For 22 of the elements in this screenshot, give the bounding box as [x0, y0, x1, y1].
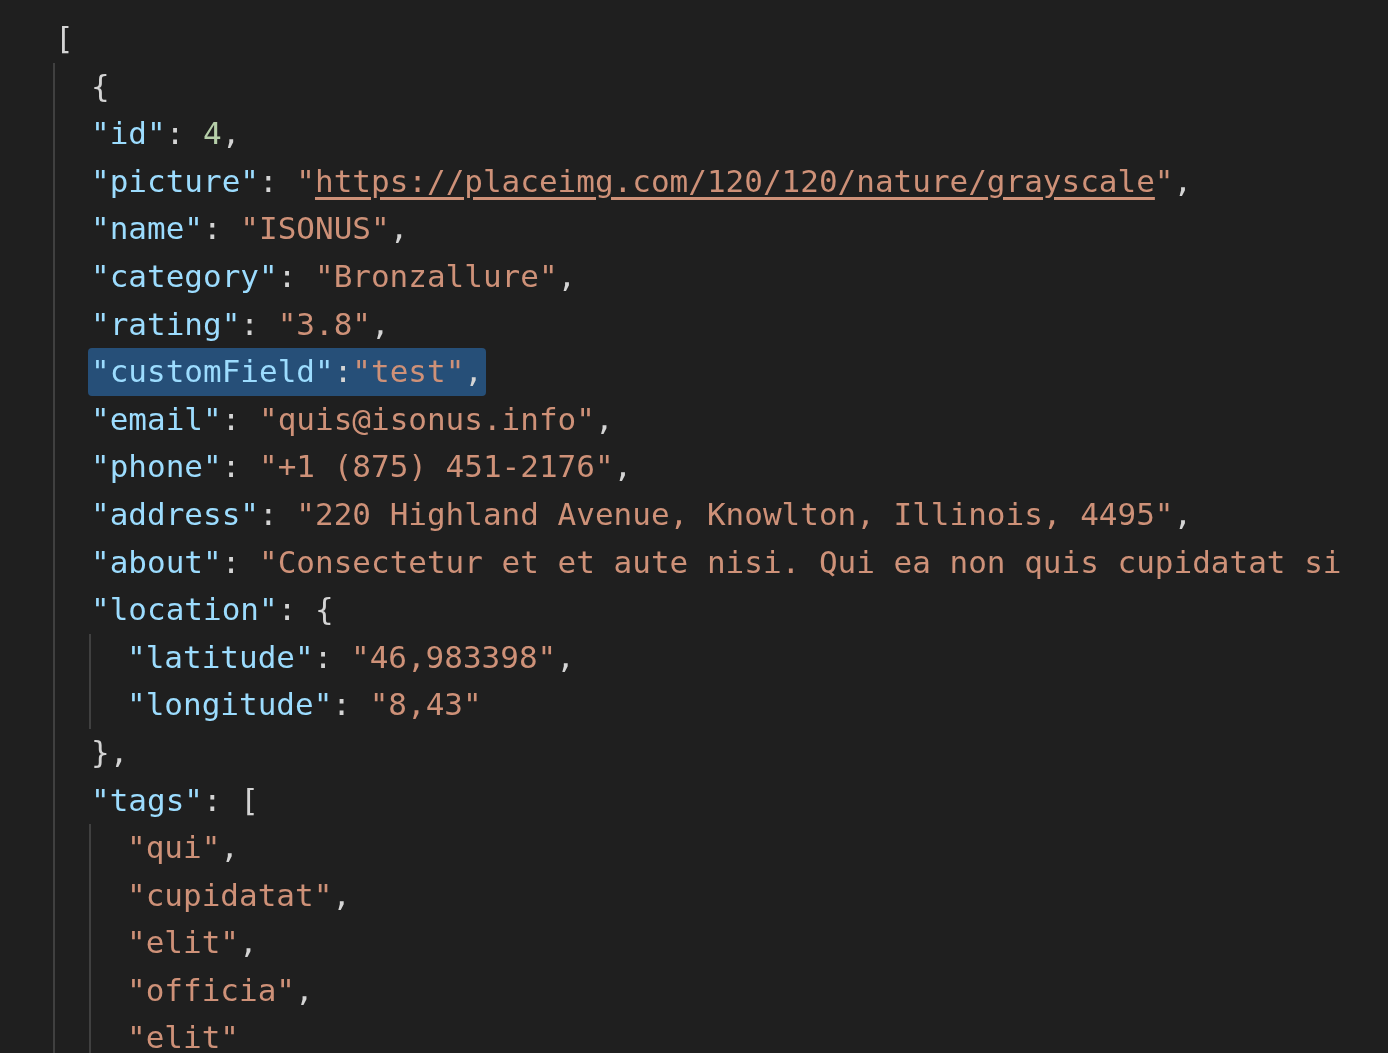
code-line: "qui",	[126, 828, 240, 868]
code-line: "location": {	[90, 590, 335, 630]
code-line: "address": "220 Highland Avenue, Knowlton, Illinois, 4495",	[90, 494, 1194, 534]
code-line: "name": "ISONUS",	[90, 209, 410, 249]
code-line: "picture": "https://placeimg.com/120/120/nature/grayscale",	[90, 161, 1194, 201]
code-line: "category": "Bronzallure",	[90, 256, 578, 296]
code-line: "elit",	[126, 923, 259, 963]
code-line: "about": "Consectetur et et aute nisi. Qui ea non quis cupidatat si	[90, 542, 1343, 582]
code-line: "rating": "3.8",	[90, 304, 391, 344]
code-line: "latitude": "46,983398",	[126, 637, 576, 677]
link[interactable]: https://placeimg.com/120/120/nature/grayscale	[315, 162, 1155, 199]
code-line: [	[54, 19, 75, 58]
code-line: "phone": "+1 (875) 451-2176",	[90, 447, 634, 487]
code-line: "officia",	[126, 970, 315, 1010]
code-line: "cupidatat",	[126, 875, 352, 915]
code-line: },	[90, 732, 130, 772]
code-line: "tags": [	[90, 780, 260, 820]
code-line: "elit"	[126, 1018, 240, 1053]
code-line: {	[90, 66, 111, 106]
code-line: "email": "quis@isonus.info",	[90, 399, 615, 439]
code-line: "id": 4,	[90, 114, 242, 154]
code-line: "longitude": "8,43"	[126, 685, 483, 725]
